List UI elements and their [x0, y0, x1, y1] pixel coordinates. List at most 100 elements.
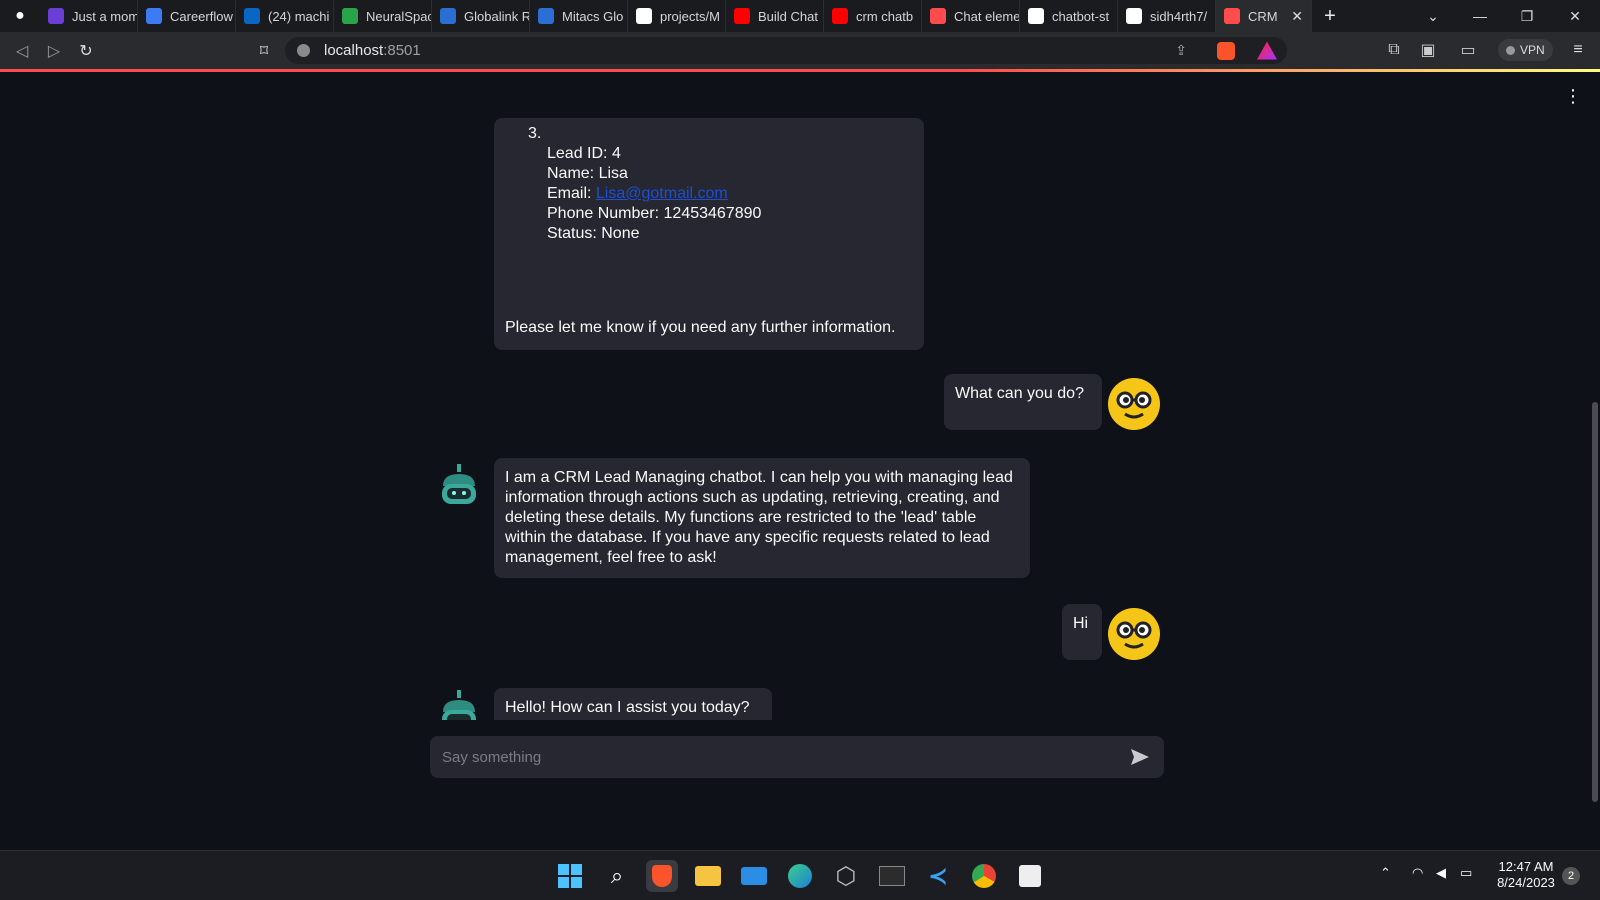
- browser-tab[interactable]: NeuralSpac: [334, 0, 432, 32]
- github-icon: [1126, 8, 1142, 24]
- app-hexagon-icon[interactable]: ⬡: [830, 860, 862, 892]
- back-icon[interactable]: ◁: [6, 35, 38, 67]
- tab-label: Just a mom: [72, 8, 138, 24]
- bot-message: Hello! How can I assist you today?: [494, 688, 772, 720]
- close-window-button[interactable]: ✕: [1552, 0, 1598, 32]
- tab-label: Build Chat: [758, 8, 818, 24]
- chat-input-container: [430, 736, 1164, 778]
- tab-label: projects/M: [660, 8, 720, 24]
- browser-tab[interactable]: (24) machi: [236, 0, 334, 32]
- reload-icon[interactable]: ↻: [70, 35, 102, 67]
- browser-tab[interactable]: chatbot-st: [1020, 0, 1118, 32]
- lead-detail-value: 4: [611, 145, 621, 162]
- menu-icon[interactable]: ≡: [1562, 34, 1594, 66]
- lead-details: Lead ID: 4 Name: Lisa Email: Lisa@gotmail.…: [547, 144, 761, 244]
- browser-tab[interactable]: projects/M: [628, 0, 726, 32]
- bot-message-text: Hello! How can I assist you today?: [505, 699, 750, 716]
- chat-page: ⋮ 3. Lead ID: 4 Name: Lisa Email: Lisa@got…: [0, 72, 1600, 850]
- browser-tab[interactable]: Just a mom: [40, 0, 138, 32]
- browser-tab[interactable]: Globalink R: [432, 0, 530, 32]
- lead-detail-value: None: [601, 225, 640, 242]
- chat-input[interactable]: [442, 748, 1128, 766]
- site-info-icon[interactable]: [297, 44, 310, 57]
- linkedin-icon: [244, 8, 260, 24]
- battery-icon[interactable]: ▭: [1460, 865, 1472, 881]
- clock-date: 8/24/2023: [1497, 875, 1555, 890]
- address-bar[interactable]: localhost:8501 ⇪: [285, 37, 1287, 64]
- extensions-icon[interactable]: ⧉: [1378, 34, 1410, 66]
- lead-detail-value: Lisa: [598, 165, 628, 182]
- minimize-button[interactable]: —: [1457, 0, 1503, 32]
- wifi-icon[interactable]: ◠: [1412, 865, 1423, 881]
- browser-tab[interactable]: CRM ✕: [1216, 0, 1312, 32]
- user-message-text: Hi: [1073, 615, 1089, 632]
- browser-tab[interactable]: Mitacs Glo: [530, 0, 628, 32]
- notification-badge[interactable]: 2: [1562, 867, 1580, 885]
- terminal-icon[interactable]: [876, 860, 908, 892]
- user-message-text: What can you do?: [955, 385, 1084, 402]
- brave-rewards-icon[interactable]: [1257, 41, 1277, 60]
- bot-message-text: I am a CRM Lead Managing chatbot. I can …: [505, 469, 1013, 566]
- github-icon: [1028, 8, 1044, 24]
- file-explorer-icon[interactable]: [692, 860, 724, 892]
- restore-button[interactable]: ❐: [1504, 0, 1550, 32]
- wallet-icon[interactable]: ▭: [1452, 34, 1484, 66]
- close-tab-icon[interactable]: ✕: [1291, 8, 1303, 25]
- bot-message-footer: Please let me know if you need any furth…: [505, 319, 896, 336]
- tab-label: Careerflow: [170, 8, 233, 24]
- windows-start-icon[interactable]: [554, 860, 586, 892]
- youtube-icon: [734, 8, 750, 24]
- list-number: 3.: [528, 125, 542, 142]
- notification-count: 2: [1567, 870, 1575, 882]
- lead-detail-line: Name: Lisa: [547, 164, 761, 184]
- tab-label: Chat eleme: [954, 8, 1020, 24]
- lead-detail-label: Email:: [547, 185, 596, 202]
- edge-icon[interactable]: [784, 860, 816, 892]
- show-hidden-icons-chevron-icon[interactable]: ⌃: [1380, 865, 1391, 881]
- browser-tab[interactable]: Build Chat: [726, 0, 824, 32]
- brave-shield-icon[interactable]: [1217, 41, 1235, 60]
- lead-detail-label: Lead ID:: [547, 145, 612, 162]
- snipping-tool-icon[interactable]: [1014, 860, 1046, 892]
- tab-label: Globalink R: [464, 8, 530, 24]
- browser-tab[interactable]: Careerflow: [138, 0, 236, 32]
- browser-tab[interactable]: Chat eleme: [922, 0, 1020, 32]
- browser-tab[interactable]: crm chatb: [824, 0, 922, 32]
- clock[interactable]: 12:47 AM 8/24/2023: [1490, 859, 1562, 891]
- forward-icon[interactable]: ▷: [38, 35, 70, 67]
- tab-label: CRM: [1248, 8, 1278, 24]
- tab-label: NeuralSpac: [366, 8, 432, 24]
- careerflow-icon: [146, 8, 162, 24]
- tab-search-chevron-icon[interactable]: ⌄: [1410, 0, 1456, 32]
- lead-detail-line: Phone Number: 12453467890: [547, 204, 761, 224]
- mitacs-icon: [440, 8, 456, 24]
- tab-label: chatbot-st: [1052, 8, 1110, 24]
- bot-avatar-icon: [438, 464, 480, 506]
- send-icon[interactable]: [1128, 745, 1152, 769]
- scrollbar[interactable]: [1592, 402, 1598, 802]
- search-icon[interactable]: ⌕: [601, 860, 633, 892]
- mail-icon[interactable]: [738, 860, 770, 892]
- vpn-button[interactable]: VPN: [1498, 39, 1553, 61]
- streamlit-icon: [1224, 8, 1240, 24]
- bookmark-icon[interactable]: ⌑: [248, 35, 280, 67]
- neuralspace-icon: [342, 8, 358, 24]
- user-avatar-icon: [1108, 378, 1160, 430]
- chrome-icon[interactable]: [968, 860, 1000, 892]
- tab-label: sidh4rth7/: [1150, 8, 1208, 24]
- volume-icon[interactable]: ◀: [1436, 865, 1446, 881]
- email-link[interactable]: Lisa@gotmail.com: [596, 185, 728, 202]
- brave-browser-icon[interactable]: [646, 860, 678, 892]
- user-message: What can you do?: [944, 374, 1102, 430]
- url-host: localhost: [324, 42, 384, 59]
- vscode-icon[interactable]: ≺: [922, 860, 954, 892]
- new-tab-button[interactable]: +: [1312, 0, 1348, 32]
- share-icon[interactable]: ⇪: [1175, 42, 1187, 59]
- lead-detail-line: Email: Lisa@gotmail.com: [547, 184, 761, 204]
- main-menu-icon[interactable]: ⋮: [1564, 86, 1582, 107]
- browser-tab[interactable]: sidh4rth7/: [1118, 0, 1216, 32]
- mitacs-icon: [538, 8, 554, 24]
- sidebar-icon[interactable]: ▣: [1412, 34, 1444, 66]
- github-icon[interactable]: ●: [0, 0, 40, 32]
- github-icon: [636, 8, 652, 24]
